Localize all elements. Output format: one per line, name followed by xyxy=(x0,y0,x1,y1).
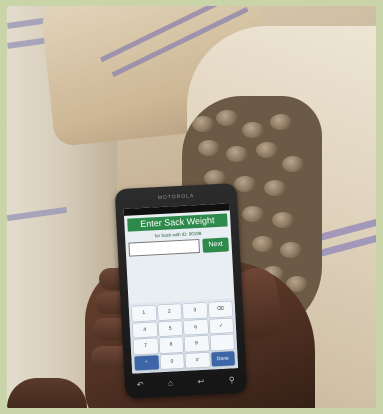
phone-nav-bar: ↶ ⌂ ↩ ⚲ xyxy=(137,375,235,390)
key[interactable]: 9 xyxy=(184,335,209,352)
recent-icon[interactable]: ↩ xyxy=(197,377,204,387)
photo: MOTOROLA Enter Sack Weight for Sack with… xyxy=(7,6,376,408)
done-key[interactable]: Done xyxy=(210,350,235,367)
confirm-key[interactable]: ✓ xyxy=(209,317,234,334)
backspace-key[interactable]: ⌫ xyxy=(208,301,233,318)
key[interactable]: 6 xyxy=(183,319,208,335)
key[interactable]: 1 xyxy=(131,305,156,322)
home-icon[interactable]: ⌂ xyxy=(168,379,173,389)
numeric-keypad: 1 2 3 ⌫ 4 5 6 ✓ 7 8 9 * 0 # Done xyxy=(128,298,239,374)
key[interactable]: 0 xyxy=(159,353,185,370)
key[interactable] xyxy=(209,334,235,351)
key[interactable]: # xyxy=(185,352,210,368)
phone-brand: MOTOROLA xyxy=(157,193,195,202)
key[interactable]: 5 xyxy=(158,320,183,337)
key[interactable]: 4 xyxy=(132,321,157,338)
key[interactable]: 7 xyxy=(133,338,158,355)
key[interactable]: 8 xyxy=(158,336,184,353)
phone-screen: Enter Sack Weight for Sack with ID: 0019… xyxy=(123,203,239,374)
key[interactable]: 3 xyxy=(182,302,207,319)
weight-entry-row: Next xyxy=(128,237,229,257)
smartphone: MOTOROLA Enter Sack Weight for Sack with… xyxy=(114,182,248,400)
key[interactable]: * xyxy=(134,354,159,371)
key[interactable]: 2 xyxy=(157,304,182,320)
search-icon[interactable]: ⚲ xyxy=(229,375,235,385)
weight-input[interactable] xyxy=(128,238,201,257)
back-icon[interactable]: ↶ xyxy=(137,380,144,390)
next-button[interactable]: Next xyxy=(202,237,229,253)
